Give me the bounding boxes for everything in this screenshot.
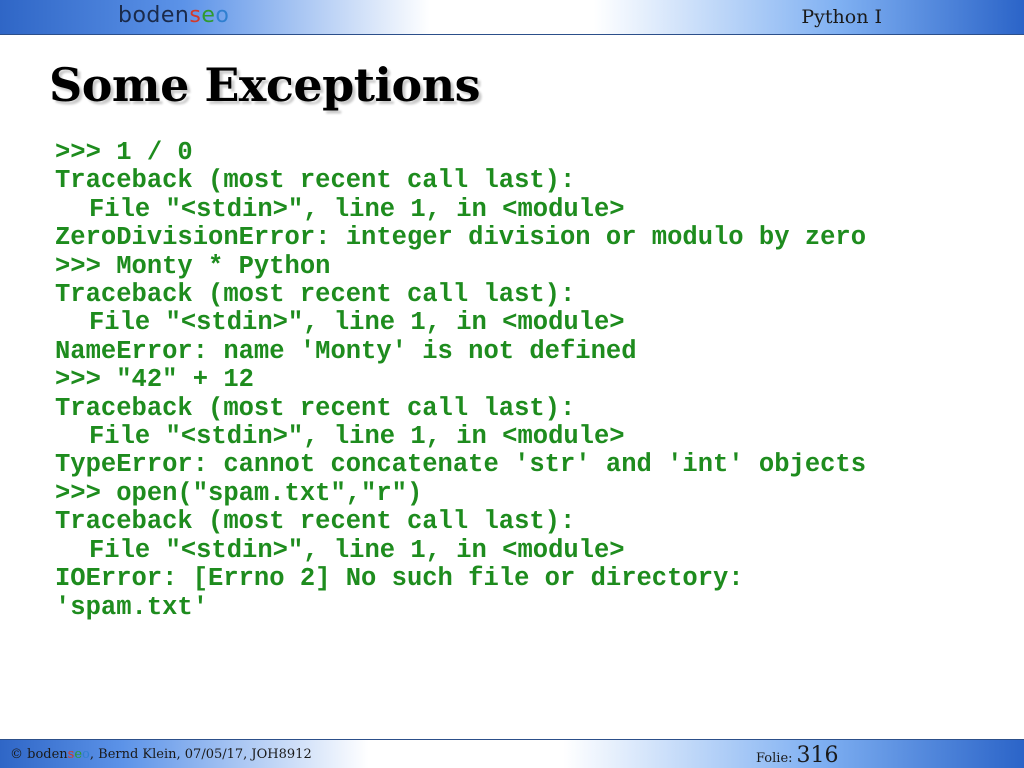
code-line: ZeroDivisionError: integer division or m…: [55, 223, 867, 253]
code-line: TypeError: cannot concatenate 'str' and …: [55, 450, 867, 480]
slide-number-label: Folie:: [756, 751, 793, 766]
slide-title: Some Exceptions: [49, 58, 481, 112]
code-line: 'spam.txt': [55, 592, 209, 622]
logo-text-o: o: [215, 3, 230, 28]
code-line: Traceback (most recent call last):: [55, 393, 576, 423]
header-bar: bodenseo Python I: [0, 0, 1024, 35]
code-line: File "<stdin>", line 1, in <module>: [89, 535, 625, 565]
slide-page: bodenseo Python I Some Exceptions >>> 1 …: [0, 0, 1024, 768]
code-line: >>> Monty * Python: [55, 251, 331, 281]
logo-text-boden: boden: [118, 3, 190, 28]
code-line: File "<stdin>", line 1, in <module>: [89, 422, 625, 452]
copyright-prefix: © boden: [10, 747, 68, 762]
code-line: File "<stdin>", line 1, in <module>: [89, 308, 625, 338]
code-block: >>> 1 / 0 Traceback (most recent call las…: [55, 138, 867, 622]
copyright-notice: © bodenseo, Bernd Klein, 07/05/17, JOH89…: [10, 747, 312, 762]
logo-text-s: s: [189, 3, 202, 28]
logo-text-e: e: [201, 3, 216, 28]
copyright-logo-o: o: [82, 747, 90, 762]
code-line: >>> open("spam.txt","r"): [55, 478, 423, 508]
slide-number-value: 316: [796, 743, 839, 768]
code-line: >>> "42" + 12: [55, 365, 254, 395]
bodenseo-logo: bodenseo: [118, 3, 229, 29]
code-line: File "<stdin>", line 1, in <module>: [89, 194, 625, 224]
code-line: Traceback (most recent call last):: [55, 166, 576, 196]
copyright-rest: , Bernd Klein, 07/05/17, JOH8912: [89, 747, 312, 762]
course-title: Python I: [801, 6, 882, 28]
copyright-logo-e: e: [74, 747, 83, 762]
code-line: Traceback (most recent call last):: [55, 280, 576, 310]
code-line: Traceback (most recent call last):: [55, 507, 576, 537]
code-line: IOError: [Errno 2] No such file or direc…: [55, 564, 744, 594]
code-line: NameError: name 'Monty' is not defined: [55, 336, 637, 366]
code-line: >>> 1 / 0: [55, 138, 193, 167]
slide-number: Folie: 316: [756, 743, 839, 768]
footer-bar: © bodenseo, Bernd Klein, 07/05/17, JOH89…: [0, 739, 1024, 768]
